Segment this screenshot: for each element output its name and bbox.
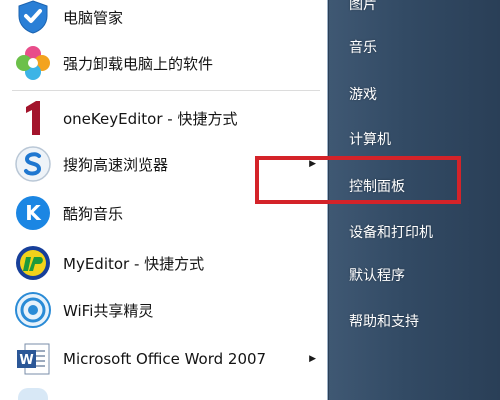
svg-text:K: K xyxy=(25,201,42,225)
program-label: Microsoft Office Word 2007 xyxy=(63,350,267,368)
kugou-icon: K xyxy=(13,193,53,233)
right-item-pictures[interactable]: 图片 xyxy=(349,0,489,14)
right-item-computer[interactable]: 计算机 xyxy=(349,129,489,149)
svg-text:W: W xyxy=(19,353,33,368)
word-icon: W xyxy=(13,339,53,379)
program-item-onekeyeditor[interactable]: oneKeyEditor - 快捷方式 xyxy=(0,95,328,141)
right-item-devices-printers[interactable]: 设备和打印机 xyxy=(349,222,489,242)
program-item-word-2007[interactable]: W Microsoft Office Word 2007 ▶ xyxy=(0,336,328,382)
right-item-games[interactable]: 游戏 xyxy=(349,84,489,104)
program-item-uninstaller[interactable]: 强力卸载电脑上的软件 xyxy=(0,40,328,86)
program-label: WiFi共享精灵 xyxy=(63,301,154,320)
program-item-wifi-sharing[interactable]: WiFi共享精灵 xyxy=(0,287,328,333)
program-label: 电脑管家 xyxy=(63,8,124,27)
program-label: 强力卸载电脑上的软件 xyxy=(63,54,214,73)
program-label: 酷狗音乐 xyxy=(63,204,124,223)
flower-icon xyxy=(13,43,53,83)
program-item-pc-manager[interactable]: 电脑管家 xyxy=(0,0,328,40)
right-item-default-programs[interactable]: 默认程序 xyxy=(349,265,489,285)
sogou-browser-icon xyxy=(13,144,53,184)
menu-separator xyxy=(12,90,320,91)
myeditor-icon xyxy=(13,243,53,283)
program-label: oneKeyEditor - 快捷方式 xyxy=(63,109,238,128)
right-item-help-support[interactable]: 帮助和支持 xyxy=(349,311,489,331)
program-item-myeditor[interactable]: MyEditor - 快捷方式 xyxy=(0,240,328,286)
next-program-icon xyxy=(18,388,48,400)
submenu-arrow-icon: ▶ xyxy=(309,354,316,364)
program-label: MyEditor - 快捷方式 xyxy=(63,254,205,273)
control-panel-highlight-box xyxy=(255,156,461,204)
program-label: 搜狗高速浏览器 xyxy=(63,155,169,174)
shield-icon xyxy=(13,0,53,37)
wifi-icon xyxy=(13,290,53,330)
number-one-icon xyxy=(13,98,53,138)
right-item-music[interactable]: 音乐 xyxy=(349,37,489,57)
